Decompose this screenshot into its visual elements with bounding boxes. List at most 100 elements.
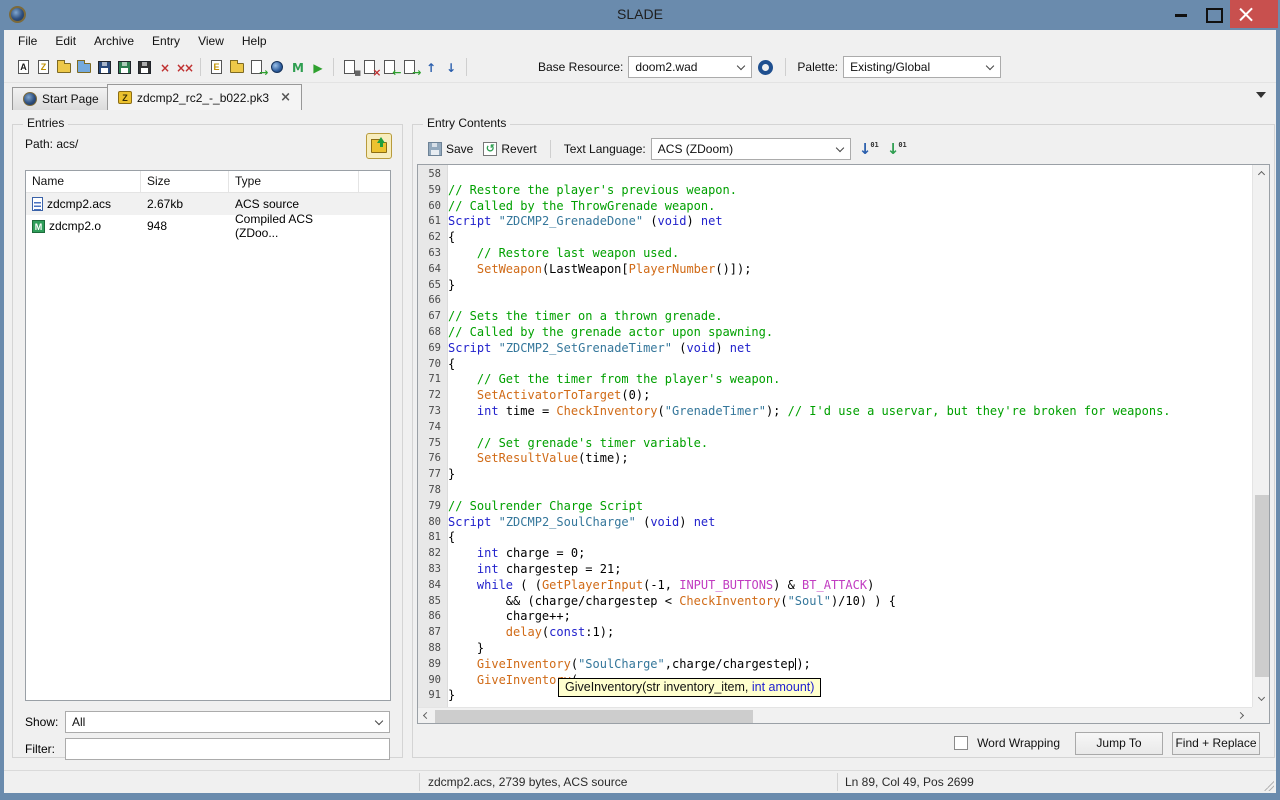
code-line[interactable]: 80Script "ZDCMP2_SoulCharge" (void) net (418, 515, 1252, 531)
line-number[interactable]: 88 (418, 641, 448, 657)
code-text[interactable]: SetWeapon(LastWeapon[PlayerNumber()]); (448, 262, 751, 278)
line-number[interactable]: 87 (418, 625, 448, 641)
close-button[interactable] (1230, 0, 1278, 28)
menu-item-edit[interactable]: Edit (46, 32, 85, 50)
code-text[interactable]: Script "ZDCMP2_SoulCharge" (void) net (448, 515, 715, 531)
maximize-button[interactable] (1198, 0, 1228, 28)
move-up-icon[interactable]: ↑ (422, 59, 439, 76)
code-line[interactable]: 77} (418, 467, 1252, 483)
code-text[interactable]: } (448, 467, 455, 483)
line-number[interactable]: 80 (418, 515, 448, 531)
code-text[interactable]: delay(const:1); (448, 625, 614, 641)
line-number[interactable]: 61 (418, 214, 448, 230)
code-line[interactable]: 79// Soulrender Charge Script (418, 499, 1252, 515)
code-line[interactable]: 58 (418, 167, 1252, 183)
base-resource-select[interactable]: doom2.wad (628, 56, 752, 78)
column-header-size[interactable]: Size (141, 171, 229, 192)
scroll-left-button[interactable] (418, 708, 435, 724)
save-button[interactable]: Save (423, 140, 478, 158)
find-replace-button[interactable]: Find + Replace (1172, 732, 1260, 755)
code-text[interactable]: Script "ZDCMP2_SetGrenadeTimer" (void) n… (448, 341, 751, 357)
code-line[interactable]: 60// Called by the ThrowGrenade weapon. (418, 199, 1252, 215)
show-select[interactable]: All (65, 711, 390, 733)
word-wrapping-checkbox[interactable] (954, 736, 968, 750)
menu-item-view[interactable]: View (189, 32, 233, 50)
line-number[interactable]: 62 (418, 230, 448, 246)
menu-item-help[interactable]: Help (233, 32, 276, 50)
code-text[interactable]: // Restore last weapon used. (448, 246, 679, 262)
code-line[interactable]: 72 SetActivatorToTarget(0); (418, 388, 1252, 404)
code-line[interactable]: 65} (418, 278, 1252, 294)
code-line[interactable]: 84 while ( (GetPlayerInput(-1, INPUT_BUT… (418, 578, 1252, 594)
import-files-icon[interactable]: → (249, 59, 266, 76)
code-text[interactable]: charge++; (448, 609, 571, 625)
line-number[interactable]: 70 (418, 357, 448, 373)
code-line[interactable]: 73 int time = CheckInventory("GrenadeTim… (418, 404, 1252, 420)
import-entry-icon[interactable]: ← (382, 59, 399, 76)
column-header-type[interactable]: Type (229, 171, 359, 192)
line-number[interactable]: 81 (418, 530, 448, 546)
code-line[interactable]: 63 // Restore last weapon used. (418, 246, 1252, 262)
code-line[interactable]: 75 // Set grenade's timer variable. (418, 436, 1252, 452)
code-text[interactable]: // Sets the timer on a thrown grenade. (448, 309, 723, 325)
code-line[interactable]: 71 // Get the timer from the player's we… (418, 372, 1252, 388)
horizontal-scrollbar[interactable] (418, 707, 1252, 723)
line-number[interactable]: 76 (418, 451, 448, 467)
code-text[interactable]: SetResultValue(time); (448, 451, 629, 467)
folder-up-button[interactable] (366, 133, 392, 159)
code-line[interactable]: 91} (418, 688, 1252, 704)
line-number[interactable]: 58 (418, 167, 448, 183)
move-down-icon[interactable]: ↓ (442, 59, 459, 76)
code-line[interactable]: 90 GiveInventory( (418, 673, 1252, 689)
menu-item-entry[interactable]: Entry (143, 32, 189, 50)
code-line[interactable]: 82 int charge = 0; (418, 546, 1252, 562)
export-entry-icon[interactable]: → (402, 59, 419, 76)
line-number[interactable]: 67 (418, 309, 448, 325)
line-number[interactable]: 59 (418, 183, 448, 199)
delete-entry-icon[interactable]: × (362, 59, 379, 76)
code-text[interactable]: } (448, 641, 484, 657)
code-line[interactable]: 66 (418, 293, 1252, 309)
tab-zdcmp2-pk3[interactable]: Z zdcmp2_rc2_-_b022.pk3 × (107, 84, 302, 110)
close-all-archives-icon[interactable]: ×× (176, 59, 193, 76)
line-number[interactable]: 73 (418, 404, 448, 420)
code-text[interactable]: SetActivatorToTarget(0); (448, 388, 650, 404)
open-archive-icon[interactable] (56, 59, 73, 76)
code-text[interactable]: } (448, 278, 455, 294)
line-number[interactable]: 68 (418, 325, 448, 341)
code-text[interactable]: } (448, 688, 455, 704)
menu-item-archive[interactable]: Archive (85, 32, 143, 50)
save-archive-icon[interactable] (96, 59, 113, 76)
code-line[interactable]: 69Script "ZDCMP2_SetGrenadeTimer" (void)… (418, 341, 1252, 357)
code-text[interactable]: // Get the timer from the player's weapo… (448, 372, 780, 388)
entry-row-zdcmp2-o[interactable]: M zdcmp2.o 948 Compiled ACS (ZDoo... (26, 215, 390, 237)
line-number[interactable]: 64 (418, 262, 448, 278)
line-number[interactable]: 85 (418, 594, 448, 610)
new-zip-archive-icon[interactable]: Z (36, 59, 53, 76)
tab-start-page[interactable]: Start Page (12, 87, 110, 110)
scroll-down-button[interactable] (1253, 691, 1270, 708)
line-number[interactable]: 78 (418, 483, 448, 499)
texture-editor-icon[interactable] (269, 59, 286, 76)
code-text[interactable]: int charge = 0; (448, 546, 585, 562)
line-number[interactable]: 84 (418, 578, 448, 594)
numbered-list-green-button[interactable]: ↓ 01 (887, 140, 907, 158)
line-number[interactable]: 63 (418, 246, 448, 262)
rename-entry-icon[interactable]: ▪ (342, 59, 359, 76)
save-archive-as-icon[interactable] (116, 59, 133, 76)
line-number[interactable]: 65 (418, 278, 448, 294)
code-text[interactable]: { (448, 230, 455, 246)
line-number[interactable]: 83 (418, 562, 448, 578)
column-header-name[interactable]: Name (26, 171, 141, 192)
code-line[interactable]: 59// Restore the player's previous weapo… (418, 183, 1252, 199)
code-line[interactable]: 68// Called by the grenade actor upon sp… (418, 325, 1252, 341)
menu-item-file[interactable]: File (9, 32, 46, 50)
scroll-up-button[interactable] (1253, 165, 1270, 182)
filter-input[interactable] (65, 738, 390, 760)
code-line[interactable]: 67// Sets the timer on a thrown grenade. (418, 309, 1252, 325)
horizontal-scroll-thumb[interactable] (435, 710, 753, 723)
save-all-icon[interactable] (136, 59, 153, 76)
open-directory-icon[interactable] (76, 59, 93, 76)
code-text[interactable]: // Called by the ThrowGrenade weapon. (448, 199, 715, 215)
new-archive-icon[interactable]: A (16, 59, 33, 76)
